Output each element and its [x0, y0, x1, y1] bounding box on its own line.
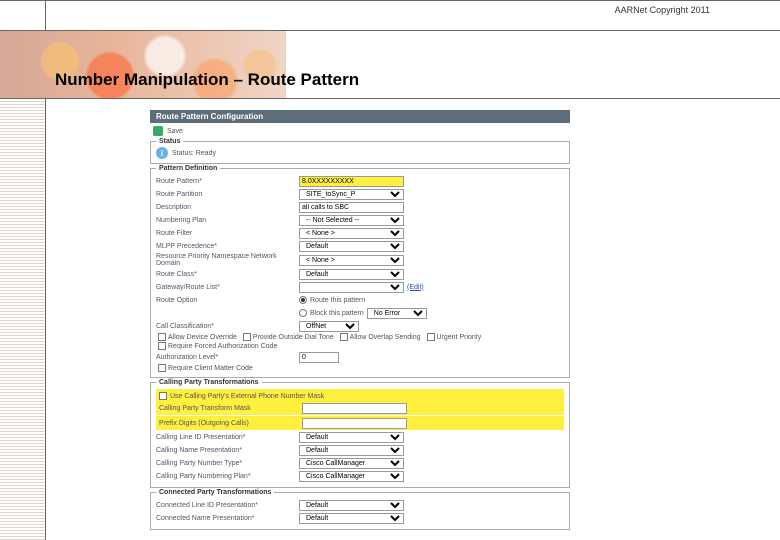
calling-mask-label: Calling Party Transform Mask [159, 405, 299, 412]
route-pattern-label: Route Pattern [156, 178, 296, 185]
use-ext-mask-checkbox[interactable] [159, 392, 167, 400]
auth-level-label: Authorization Level [156, 354, 296, 361]
block-this-label: Block this pattern [310, 310, 364, 317]
cmc-checkbox[interactable] [158, 364, 166, 372]
save-button[interactable]: Save [167, 128, 183, 135]
decorative-stripes [0, 99, 45, 540]
numbering-plan-select[interactable]: -- Not Selected -- [299, 215, 404, 226]
pattern-legend: Pattern Definition [156, 165, 220, 172]
connected-party-box: Connected Party Transformations Connecte… [150, 489, 570, 530]
status-text: Status: Ready [172, 150, 216, 157]
panel-header: Route Pattern Configuration [150, 110, 570, 123]
auth-level-input[interactable] [299, 352, 339, 363]
page-title: Number Manipulation – Route Pattern [55, 70, 359, 90]
block-reason-select[interactable]: No Error [367, 308, 427, 319]
calling-party-box: Calling Party Transformations Use Callin… [150, 379, 570, 488]
calling-legend: Calling Party Transformations [156, 379, 262, 386]
call-class-select[interactable]: OffNet [299, 321, 359, 332]
urgent-priority-checkbox[interactable] [427, 333, 435, 341]
mlpp-select[interactable]: Default [299, 241, 404, 252]
outside-dialtone-checkbox[interactable] [243, 333, 251, 341]
connected-line-label: Connected Line ID Presentation [156, 502, 296, 509]
cname-label: Calling Name Presentation [156, 447, 296, 454]
calling-prefix-label: Prefix Digits (Outgoing Calls) [159, 420, 299, 427]
status-legend: Status [156, 138, 183, 145]
route-filter-label: Route Filter [156, 230, 296, 237]
partition-select[interactable]: SITE_toSync_P [299, 189, 404, 200]
cplan-select[interactable]: Cisco CallManager [299, 471, 404, 482]
allow-override-checkbox[interactable] [158, 333, 166, 341]
rpnr-label: Resource Priority Namespace Network Doma… [156, 253, 296, 267]
partition-label: Route Partition [156, 191, 296, 198]
connected-name-label: Connected Name Presentation [156, 515, 296, 522]
fac-checkbox[interactable] [158, 342, 166, 350]
connected-name-select[interactable]: Default [299, 513, 404, 524]
route-option-label: Route Option [156, 297, 296, 304]
cnum-type-label: Calling Party Number Type [156, 460, 296, 467]
description-label: Description [156, 204, 296, 211]
cplan-label: Calling Party Numbering Plan [156, 473, 296, 480]
copyright-text: AARNet Copyright 2011 [615, 5, 710, 15]
status-box: Status i Status: Ready [150, 138, 570, 164]
numbering-plan-label: Numbering Plan [156, 217, 296, 224]
description-input[interactable] [299, 202, 404, 213]
clid-select[interactable]: Default [299, 432, 404, 443]
rpnr-select[interactable]: < None > [299, 255, 404, 266]
isdn-label: Route Class [156, 271, 296, 278]
isdn-select[interactable]: Default [299, 269, 404, 280]
route-filter-select[interactable]: < None > [299, 228, 404, 239]
connected-legend: Connected Party Transformations [156, 489, 274, 496]
calling-prefix-input[interactable] [302, 418, 407, 429]
config-panel: Route Pattern Configuration Save Status … [150, 110, 570, 530]
route-this-label: Route this pattern [310, 297, 365, 304]
block-this-radio[interactable] [299, 309, 307, 317]
call-class-label: Call Classification [156, 323, 296, 330]
cname-select[interactable]: Default [299, 445, 404, 456]
save-icon[interactable] [153, 126, 163, 136]
info-icon: i [156, 147, 168, 159]
gateway-select[interactable] [299, 282, 404, 293]
mlpp-label: MLPP Precedence [156, 243, 296, 250]
overlap-sending-checkbox[interactable] [340, 333, 348, 341]
connected-line-select[interactable]: Default [299, 500, 404, 511]
clid-label: Calling Line ID Presentation [156, 434, 296, 441]
calling-mask-input[interactable] [302, 403, 407, 414]
gateway-label: Gateway/Route List [156, 284, 296, 291]
route-this-radio[interactable] [299, 296, 307, 304]
route-pattern-input[interactable] [299, 176, 404, 187]
pattern-definition-box: Pattern Definition Route Pattern Route P… [150, 165, 570, 378]
cnum-type-select[interactable]: Cisco CallManager [299, 458, 404, 469]
gateway-edit-link[interactable]: (Edit) [407, 284, 424, 291]
